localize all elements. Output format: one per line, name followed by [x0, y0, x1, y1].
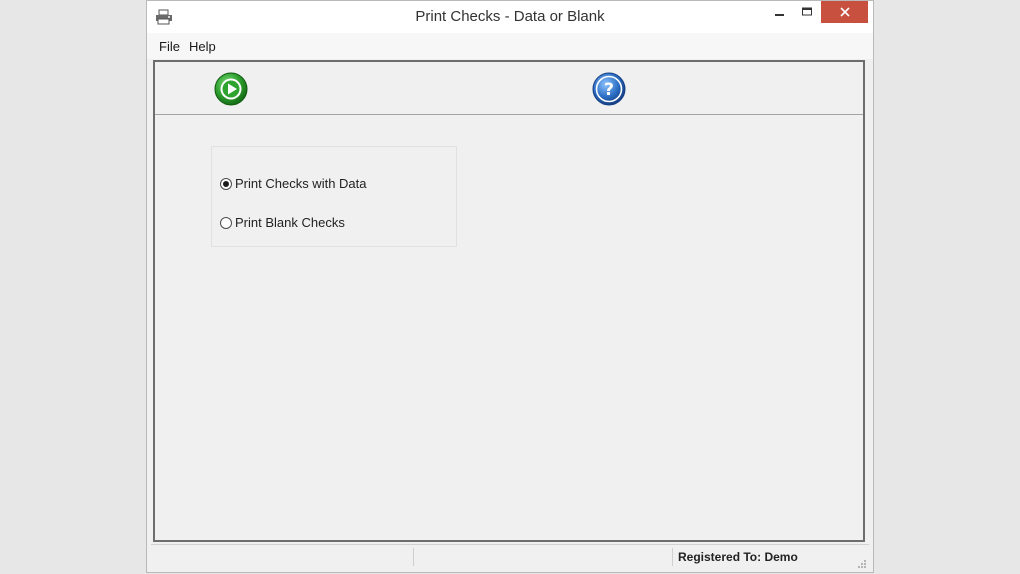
- svg-text:?: ?: [604, 80, 614, 100]
- toolbar: ?: [155, 62, 863, 115]
- radio-label-with-data[interactable]: Print Checks with Data: [235, 176, 367, 191]
- radio-dot: [223, 180, 229, 187]
- radio-button-selected[interactable]: [220, 177, 232, 190]
- main-panel: ? Print Checks with Data Print Blank Che…: [153, 60, 865, 542]
- print-mode-group: Print Checks with Data Print Blank Check…: [211, 146, 457, 247]
- close-button[interactable]: [821, 1, 868, 23]
- registration-status: Registered To: Demo: [678, 550, 798, 564]
- help-button[interactable]: ?: [592, 72, 626, 106]
- radio-print-with-data[interactable]: Print Checks with Data: [220, 176, 367, 191]
- minimize-icon: [775, 14, 784, 16]
- maximize-icon: [802, 7, 812, 16]
- menu-file[interactable]: File: [159, 39, 180, 54]
- help-icon: ?: [592, 72, 626, 106]
- title-bar[interactable]: Print Checks - Data or Blank: [147, 1, 873, 33]
- status-bar: Registered To: Demo: [151, 544, 869, 569]
- app-window: Print Checks - Data or Blank File Help ?…: [146, 0, 874, 573]
- resize-grip-icon[interactable]: [857, 557, 867, 568]
- close-icon: [839, 7, 850, 17]
- radio-button-unselected[interactable]: [220, 216, 232, 229]
- status-separator: [413, 548, 414, 566]
- radio-print-blank[interactable]: Print Blank Checks: [220, 215, 345, 230]
- menu-help[interactable]: Help: [189, 39, 216, 54]
- maximize-button[interactable]: [790, 1, 824, 23]
- status-separator: [672, 548, 673, 566]
- play-icon: [214, 72, 248, 106]
- radio-label-blank[interactable]: Print Blank Checks: [235, 215, 345, 230]
- run-button[interactable]: [214, 72, 248, 106]
- menu-bar: File Help: [147, 33, 873, 59]
